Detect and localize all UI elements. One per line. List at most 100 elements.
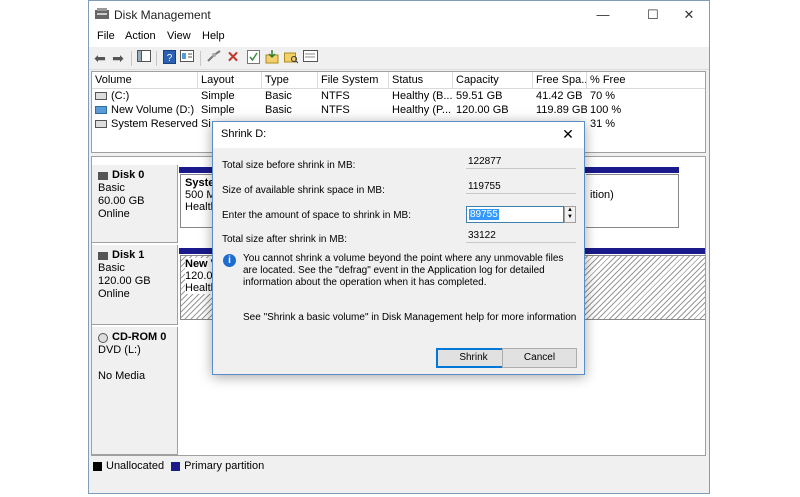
search-folder-icon[interactable] bbox=[283, 50, 299, 66]
maximize-button[interactable]: ☐ bbox=[633, 4, 673, 26]
shrink-amount-label: Enter the amount of space to shrink in M… bbox=[222, 210, 411, 221]
file-system-cell: NTFS bbox=[321, 90, 350, 102]
column-volume[interactable]: Volume bbox=[92, 72, 198, 88]
menu-view[interactable]: View bbox=[167, 30, 191, 42]
partition-status: ition) bbox=[590, 189, 614, 201]
size-after-label: Total size after shrink in MB: bbox=[222, 234, 348, 245]
disk-1-label[interactable]: Disk 1 Basic 120.00 GB Online bbox=[92, 245, 178, 325]
layout-cell: Simple bbox=[201, 90, 235, 102]
back-arrow-icon[interactable]: ⬅ bbox=[92, 50, 108, 66]
status-cell: Healthy (B... bbox=[392, 90, 453, 102]
free-space-cell: 41.42 GB bbox=[536, 90, 583, 102]
disk-status: Online bbox=[98, 288, 130, 300]
dialog-title-bar: Shrink D: ✕ bbox=[213, 122, 584, 148]
capacity-cell: 59.51 GB bbox=[456, 90, 503, 102]
info-icon: i bbox=[223, 254, 236, 267]
unallocated-swatch bbox=[93, 461, 102, 471]
column-file-system[interactable]: File System bbox=[318, 72, 389, 88]
disk-name: CD-ROM 0 bbox=[112, 331, 167, 343]
menu-bar: File Action View Help bbox=[89, 29, 709, 47]
menu-help[interactable]: Help bbox=[202, 30, 225, 42]
disk-name: Disk 0 bbox=[112, 169, 145, 181]
volume-name: (C:) bbox=[111, 90, 130, 102]
c-drive-partition[interactable]: ition) bbox=[586, 174, 679, 228]
file-system-cell: NTFS bbox=[321, 104, 350, 116]
layout-cell: Simple bbox=[201, 104, 235, 116]
available-shrink-value: 119755 bbox=[466, 180, 576, 194]
dialog-title: Shrink D: bbox=[221, 128, 267, 140]
minimize-button[interactable]: — bbox=[583, 4, 623, 26]
dialog-close-button[interactable]: ✕ bbox=[560, 126, 576, 143]
status-bar bbox=[89, 475, 709, 493]
table-row[interactable]: (C:) Simple Basic NTFS Healthy (B... 59.… bbox=[92, 89, 705, 103]
help-icon[interactable]: ? bbox=[161, 50, 177, 66]
drive-icon bbox=[95, 106, 107, 115]
percent-free-cell: 70 % bbox=[590, 90, 616, 102]
checkmark-icon[interactable] bbox=[245, 50, 261, 66]
toolbar: ⬅ ➡ ? ✕ bbox=[89, 47, 709, 70]
free-space-cell: 119.89 GB bbox=[536, 104, 587, 116]
volume-name: New Volume (D:) bbox=[111, 104, 195, 116]
disk-status: No Media bbox=[98, 370, 146, 382]
table-row[interactable]: New Volume (D:) Simple Basic NTFS Health… bbox=[92, 103, 705, 117]
legend-primary-partition: Primary partition bbox=[184, 460, 265, 472]
spinner-down-arrow-icon[interactable]: ▼ bbox=[565, 214, 575, 221]
title-bar: Disk Management — ☐ ✕ bbox=[89, 1, 709, 29]
shrink-button[interactable]: Shrink bbox=[436, 348, 511, 368]
connect-icon[interactable] bbox=[206, 50, 222, 66]
percent-free-cell: 31 % bbox=[590, 118, 616, 130]
volume-name: System Reserved bbox=[111, 118, 198, 130]
status-cell: Healthy (P... bbox=[392, 104, 452, 116]
volume-list-header: Volume Layout Type File System Status Ca… bbox=[92, 72, 705, 89]
drive-icon bbox=[95, 120, 107, 129]
cdrom-0-label[interactable]: CD-ROM 0 DVD (L:) No Media bbox=[92, 327, 178, 455]
total-size-value: 122877 bbox=[466, 155, 576, 169]
total-size-label: Total size before shrink in MB: bbox=[222, 160, 356, 171]
disk-management-app-icon bbox=[95, 8, 109, 19]
menu-file[interactable]: File bbox=[97, 30, 115, 42]
shrink-amount-spinner[interactable]: ▲ ▼ bbox=[564, 206, 576, 223]
column-capacity[interactable]: Capacity bbox=[453, 72, 533, 88]
legend: Unallocated Primary partition bbox=[93, 459, 264, 473]
window-title: Disk Management bbox=[114, 8, 211, 22]
column-type[interactable]: Type bbox=[262, 72, 318, 88]
disk-icon bbox=[98, 171, 108, 180]
partition-size: 500 MB bbox=[185, 189, 220, 201]
disk-type: DVD (L:) bbox=[98, 344, 141, 356]
disk-type: Basic bbox=[98, 182, 125, 194]
cancel-button[interactable]: Cancel bbox=[502, 348, 577, 368]
partition-name: Syster bbox=[185, 177, 219, 189]
help-text: See "Shrink a basic volume" in Disk Mana… bbox=[243, 312, 577, 323]
delete-icon[interactable]: ✕ bbox=[225, 50, 241, 66]
column-percent-free[interactable]: % Free bbox=[587, 72, 707, 88]
volume-icon[interactable] bbox=[302, 50, 318, 66]
percent-free-cell: 100 % bbox=[590, 104, 622, 116]
disk-0-label[interactable]: Disk 0 Basic 60.00 GB Online bbox=[92, 165, 178, 243]
disk-icon bbox=[98, 251, 108, 260]
type-cell: Basic bbox=[265, 90, 292, 102]
cd-rom-icon bbox=[98, 332, 108, 343]
column-status[interactable]: Status bbox=[389, 72, 453, 88]
spinner-up-arrow-icon[interactable]: ▲ bbox=[565, 207, 575, 214]
capacity-cell: 120.00 GB bbox=[456, 104, 509, 116]
column-layout[interactable]: Layout bbox=[198, 72, 262, 88]
disk-name: Disk 1 bbox=[112, 249, 145, 261]
svg-text:?: ? bbox=[166, 53, 172, 64]
forward-arrow-icon[interactable]: ➡ bbox=[110, 50, 126, 66]
disk-size: 120.00 GB bbox=[98, 275, 151, 287]
import-icon[interactable] bbox=[264, 50, 280, 66]
disk-status: Online bbox=[98, 208, 130, 220]
shrink-dialog: Shrink D: ✕ Total size before shrink in … bbox=[212, 121, 585, 375]
menu-action[interactable]: Action bbox=[125, 30, 156, 42]
drive-icon bbox=[95, 92, 107, 101]
console-tree-icon[interactable] bbox=[136, 50, 152, 66]
disk-size: 60.00 GB bbox=[98, 195, 145, 207]
info-message: You cannot shrink a volume beyond the po… bbox=[243, 253, 564, 288]
column-free-space[interactable]: Free Spa... bbox=[533, 72, 587, 88]
disk-type: Basic bbox=[98, 262, 125, 274]
properties-icon[interactable] bbox=[179, 50, 195, 66]
close-button[interactable]: ✕ bbox=[669, 4, 709, 26]
partition-status: Health bbox=[185, 201, 217, 213]
shrink-amount-input[interactable]: 89755 bbox=[466, 206, 564, 223]
legend-unallocated: Unallocated bbox=[106, 460, 165, 472]
